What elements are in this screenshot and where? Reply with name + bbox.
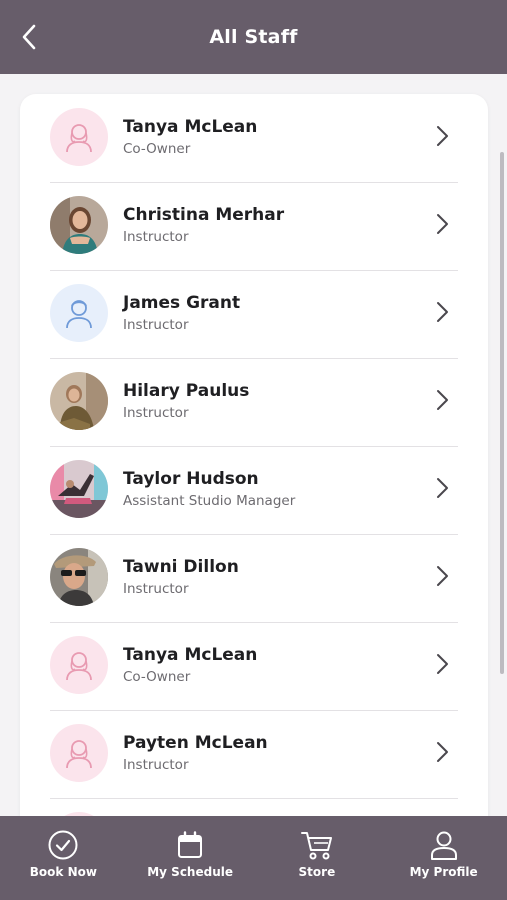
staff-row[interactable]: Tanya McLean Co-Owner bbox=[50, 622, 458, 711]
staff-role: Co-Owner bbox=[123, 141, 191, 157]
avatar bbox=[50, 636, 108, 694]
avatar-photo-image bbox=[50, 460, 108, 518]
staff-role: Assistant Studio Manager bbox=[123, 493, 296, 509]
avatar-photo-image bbox=[50, 548, 108, 606]
staff-row[interactable]: Payten McLean Instructor bbox=[50, 710, 458, 799]
chevron-right-icon bbox=[437, 390, 448, 410]
female-placeholder-icon bbox=[66, 124, 92, 153]
avatar-photo-image bbox=[50, 196, 108, 254]
tab-my-schedule[interactable]: My Schedule bbox=[127, 816, 254, 900]
avatar-photo bbox=[50, 196, 108, 254]
staff-list-container[interactable]: Tanya McLean Co-Owner Christina Merhar I… bbox=[0, 74, 507, 816]
top-bar: All Staff bbox=[0, 0, 507, 74]
calendar-icon bbox=[178, 831, 203, 858]
staff-row[interactable]: James Grant Instructor bbox=[50, 270, 458, 359]
tab-label: My Profile bbox=[409, 865, 478, 879]
chevron-right-icon bbox=[437, 654, 448, 674]
avatar bbox=[50, 108, 108, 166]
tab-label: Store bbox=[298, 865, 336, 879]
tab-label: Book Now bbox=[29, 865, 97, 879]
female-placeholder-icon bbox=[66, 652, 92, 681]
chevron-right-icon bbox=[437, 478, 448, 498]
avatar bbox=[50, 724, 108, 782]
staff-card: Tanya McLean Co-Owner Christina Merhar I… bbox=[20, 94, 488, 816]
back-button[interactable] bbox=[14, 22, 44, 52]
avatar-photo bbox=[50, 372, 108, 430]
tab-my-profile[interactable]: My Profile bbox=[380, 816, 507, 900]
staff-role: Instructor bbox=[123, 317, 189, 333]
avatar-photo-image bbox=[50, 372, 108, 430]
scrollbar[interactable] bbox=[500, 152, 504, 674]
staff-role: Co-Owner bbox=[123, 669, 191, 685]
staff-row-partial[interactable] bbox=[50, 798, 458, 816]
male-placeholder-icon bbox=[66, 300, 92, 329]
avatar-photo bbox=[50, 548, 108, 606]
staff-row[interactable]: Christina Merhar Instructor bbox=[50, 182, 458, 271]
staff-name: Tanya McLean bbox=[123, 645, 258, 665]
tab-store[interactable]: Store bbox=[254, 816, 381, 900]
staff-name: Taylor Hudson bbox=[123, 469, 259, 489]
staff-role: Instructor bbox=[123, 405, 189, 421]
tab-book-now[interactable]: Book Now bbox=[0, 816, 127, 900]
chevron-left-icon bbox=[22, 24, 36, 50]
staff-name: Christina Merhar bbox=[123, 205, 285, 225]
staff-name: Payten McLean bbox=[123, 733, 268, 753]
page-title: All Staff bbox=[209, 26, 298, 48]
female-placeholder-icon bbox=[66, 740, 92, 769]
staff-row[interactable]: Tawni Dillon Instructor bbox=[50, 534, 458, 623]
staff-role: Instructor bbox=[123, 229, 189, 245]
staff-role: Instructor bbox=[123, 757, 189, 773]
staff-name: Tawni Dillon bbox=[123, 557, 239, 577]
person-icon bbox=[430, 831, 457, 860]
avatar-photo bbox=[50, 460, 108, 518]
bottom-tab-bar: Book Now My Schedule Store My Profile bbox=[0, 816, 507, 900]
chevron-right-icon bbox=[437, 302, 448, 322]
staff-name: James Grant bbox=[123, 293, 241, 313]
chevron-right-icon bbox=[437, 742, 448, 762]
tab-label: My Schedule bbox=[147, 865, 233, 879]
staff-name: Tanya McLean bbox=[123, 117, 258, 137]
staff-row[interactable]: Taylor Hudson Assistant Studio Manager bbox=[50, 446, 458, 535]
staff-row[interactable]: Tanya McLean Co-Owner bbox=[50, 94, 458, 183]
avatar bbox=[50, 284, 108, 342]
staff-role: Instructor bbox=[123, 581, 189, 597]
cart-icon bbox=[300, 832, 332, 860]
chevron-right-icon bbox=[437, 566, 448, 586]
chevron-right-icon bbox=[437, 214, 448, 234]
chevron-right-icon bbox=[437, 126, 448, 146]
staff-row[interactable]: Hilary Paulus Instructor bbox=[50, 358, 458, 447]
check-circle-icon bbox=[48, 830, 78, 860]
staff-name: Hilary Paulus bbox=[123, 381, 250, 401]
